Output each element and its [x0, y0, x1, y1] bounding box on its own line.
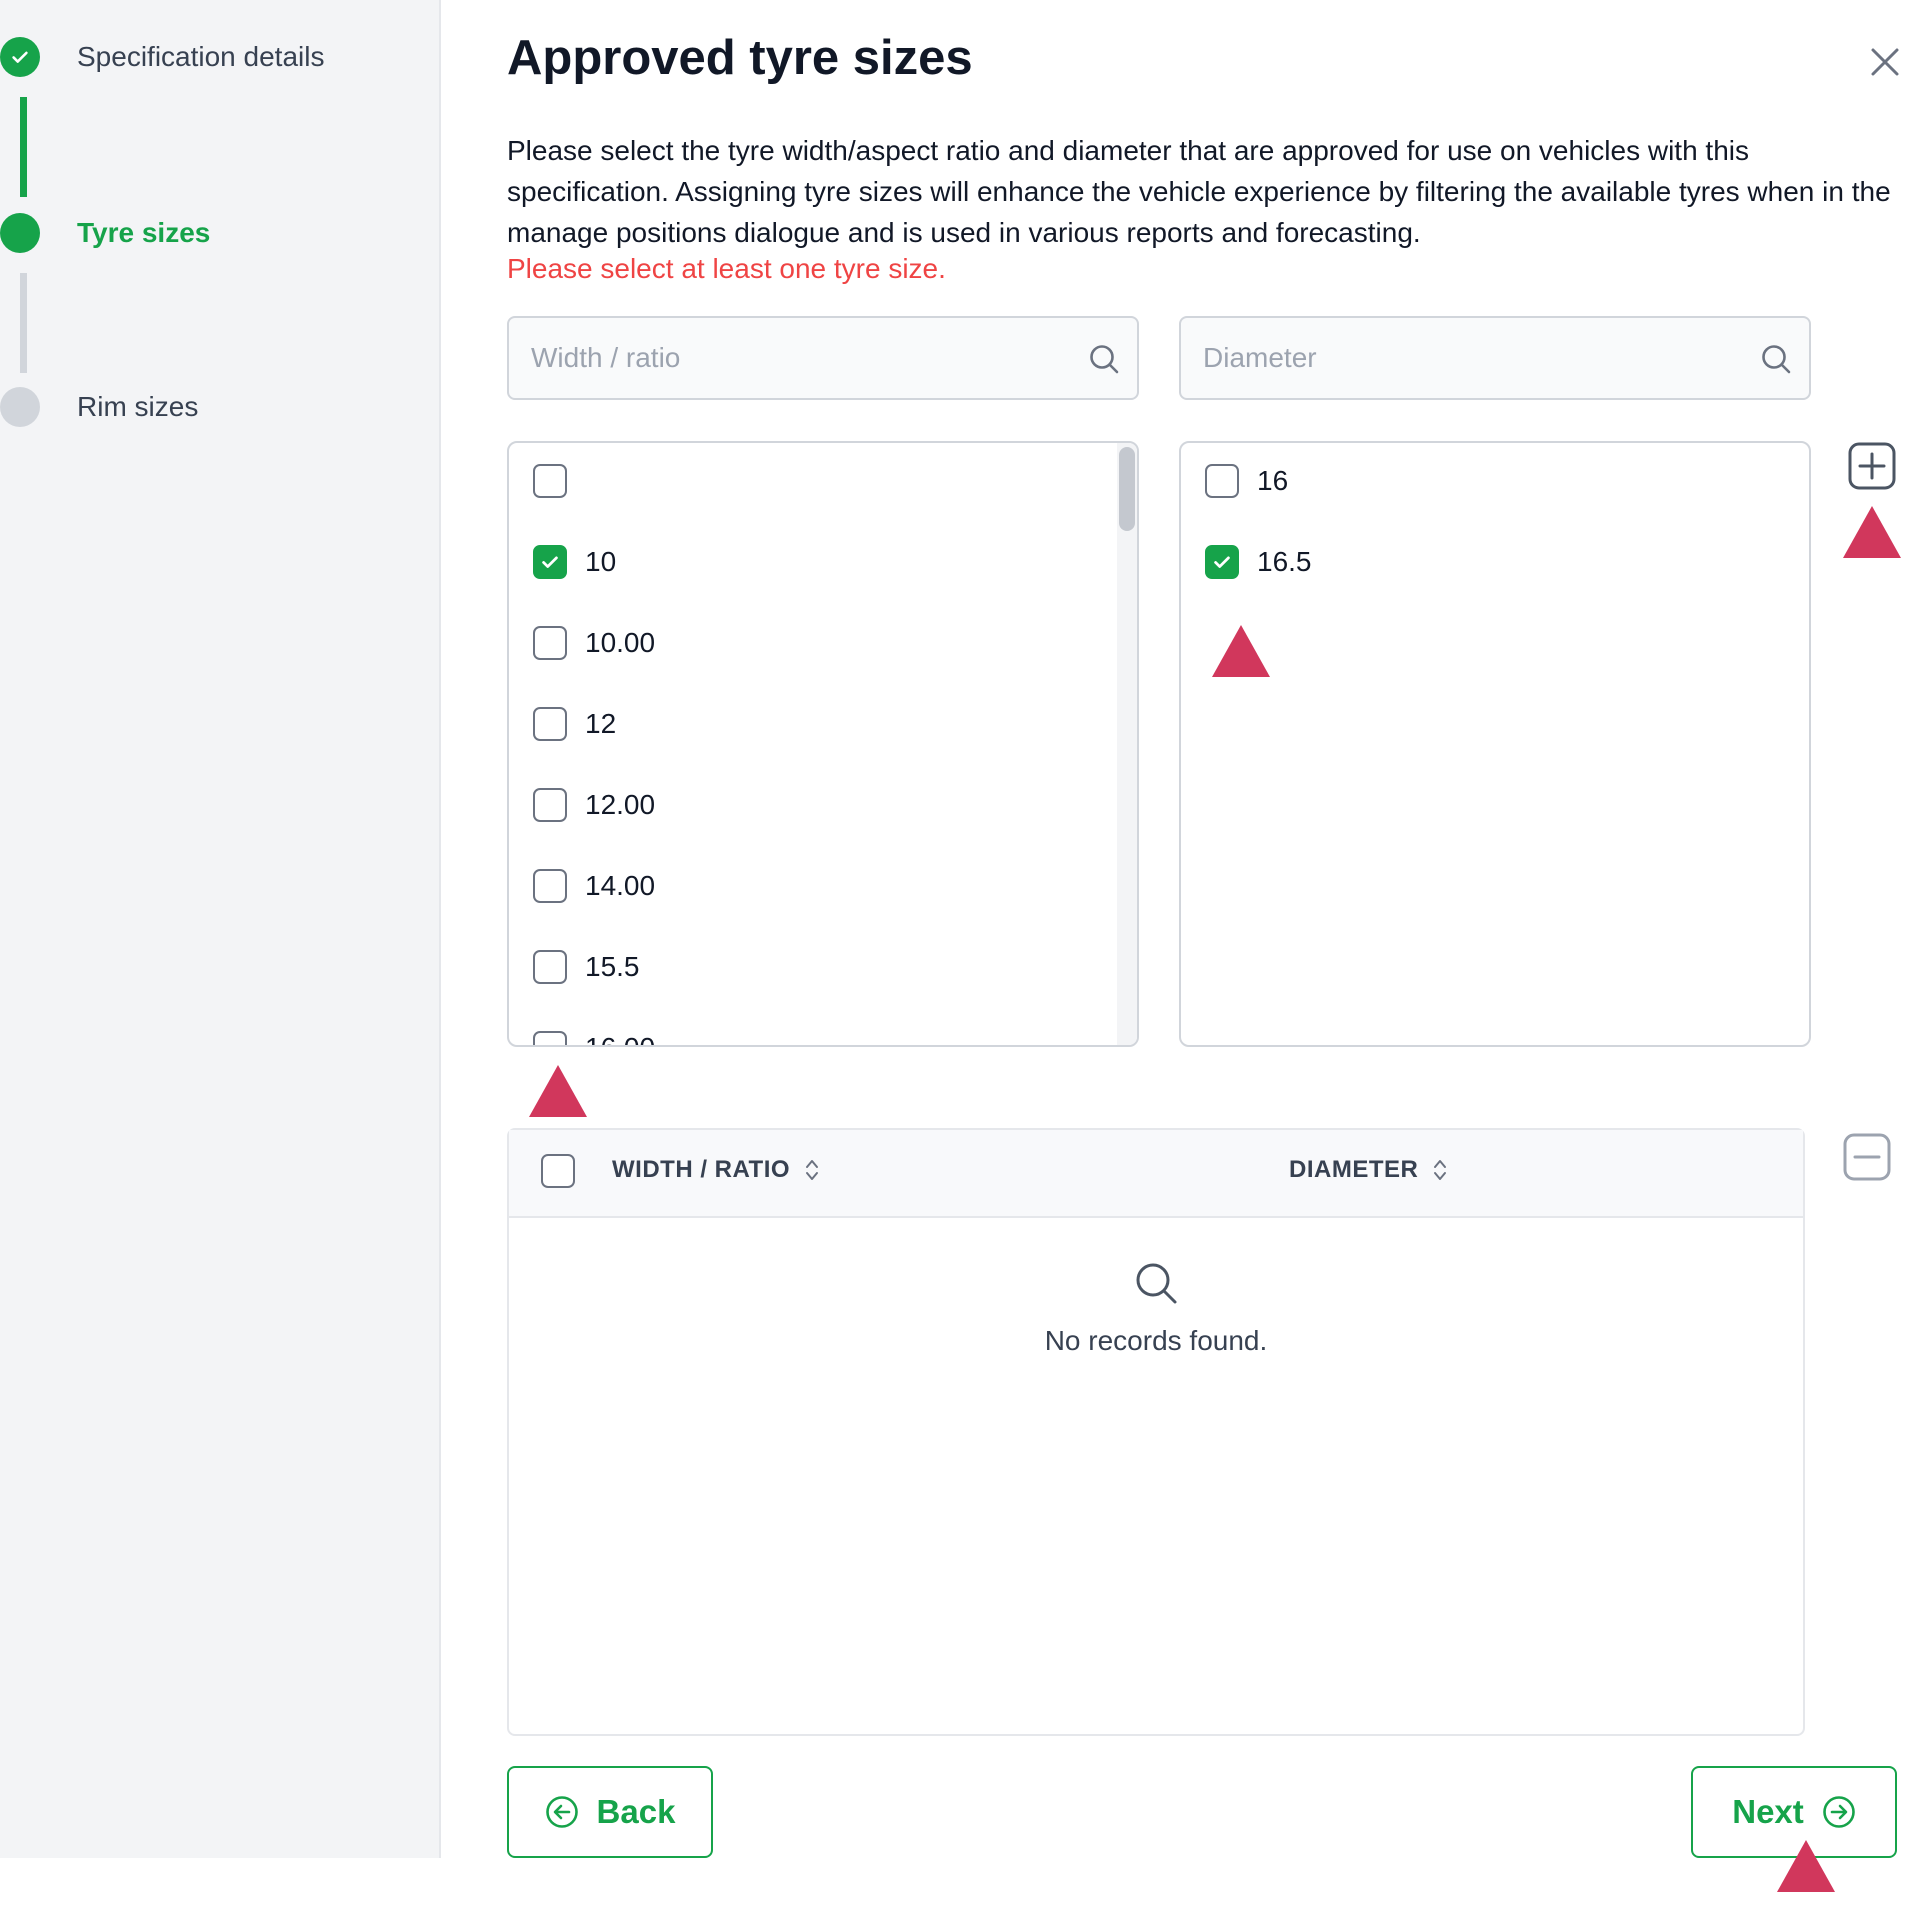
option-checkbox[interactable] — [533, 626, 567, 660]
scrollbar-thumb[interactable] — [1119, 447, 1135, 531]
tyre-sizes-panel: Approved tyre sizes Please select the ty… — [507, 0, 1914, 1910]
select-all-checkbox[interactable] — [541, 1154, 575, 1188]
diameter-search-input[interactable] — [1201, 341, 1745, 375]
remove-tyre-size-button[interactable] — [1842, 1132, 1892, 1182]
width-option[interactable] — [533, 461, 585, 501]
check-icon — [12, 51, 28, 63]
plus-square-icon — [1848, 442, 1896, 490]
width-ratio-list[interactable]: 10 10.00 12 12.00 14.00 15.5 16.00 — [507, 441, 1139, 1047]
option-label: 16 — [1257, 465, 1289, 496]
empty-message: No records found. — [1044, 1325, 1268, 1356]
arrow-left-circle-icon — [545, 1796, 578, 1828]
column-header-label: WIDTH / RATIO — [612, 1156, 791, 1183]
step-connector — [20, 273, 27, 373]
option-label: 10.00 — [585, 627, 656, 658]
width-option[interactable]: 16.00 — [533, 1028, 655, 1045]
step-rim-sizes[interactable]: Rim sizes — [0, 385, 198, 429]
width-option[interactable]: 14.00 — [533, 866, 655, 906]
step-specification-details[interactable]: Specification details — [0, 35, 324, 79]
description-text: Please select the tyre width/aspect rati… — [507, 135, 1891, 248]
list-scrollbar[interactable] — [1117, 443, 1137, 1045]
option-checkbox[interactable] — [533, 1031, 567, 1045]
validation-error: Please select at least one tyre size. — [507, 253, 946, 284]
stepper-sidebar: Specification details Tyre sizes Rim siz… — [0, 0, 441, 1858]
back-button-label: Back — [596, 1793, 676, 1830]
option-checkbox[interactable] — [1205, 545, 1239, 579]
option-checkbox[interactable] — [1205, 464, 1239, 498]
option-label: 10 — [585, 546, 617, 577]
option-label: 12 — [585, 708, 617, 739]
column-header-width-ratio[interactable]: WIDTH / RATIO — [612, 1156, 820, 1184]
diameter-option[interactable]: 16 — [1205, 461, 1288, 501]
step-label: Tyre sizes — [77, 217, 211, 248]
check-icon — [1214, 556, 1230, 568]
back-button[interactable]: Back — [507, 1766, 713, 1858]
width-ratio-search-input[interactable] — [529, 341, 1073, 375]
width-ratio-search — [507, 316, 1139, 400]
empty-state: No records found. — [509, 1260, 1803, 1357]
option-checkbox[interactable] — [533, 869, 567, 903]
width-option[interactable]: 10 — [533, 542, 616, 582]
page-title: Approved tyre sizes — [507, 31, 973, 85]
width-option[interactable]: 12 — [533, 704, 616, 744]
add-tyre-size-button[interactable] — [1847, 441, 1897, 491]
option-label: 14.00 — [585, 870, 656, 901]
column-header-diameter[interactable]: DIAMETER — [1289, 1156, 1448, 1184]
option-label: 16.00 — [585, 1032, 655, 1045]
step-tyre-sizes[interactable]: Tyre sizes — [0, 211, 210, 255]
step-pending-indicator — [0, 387, 40, 427]
arrow-right-circle-icon — [1822, 1796, 1855, 1828]
width-option[interactable]: 15.5 — [533, 947, 640, 987]
diameter-option[interactable]: 16.5 — [1205, 542, 1312, 582]
marker-triangle — [529, 1065, 587, 1117]
table-header: WIDTH / RATIO DIAMETER — [509, 1130, 1803, 1218]
close-button[interactable] — [1863, 40, 1907, 84]
selected-sizes-table: WIDTH / RATIO DIAMETER No records found. — [507, 1128, 1805, 1736]
sort-icon — [1434, 1160, 1447, 1180]
option-label: 16.5 — [1257, 546, 1312, 577]
option-checkbox[interactable] — [533, 545, 567, 579]
step-label: Specification details — [77, 41, 325, 72]
search-icon[interactable] — [1087, 342, 1121, 376]
close-icon — [1871, 48, 1899, 76]
option-checkbox[interactable] — [533, 950, 567, 984]
diameter-list[interactable]: 16 16.5 — [1179, 441, 1811, 1047]
marker-triangle — [1777, 1840, 1835, 1892]
option-checkbox[interactable] — [533, 464, 567, 498]
option-label: 15.5 — [585, 951, 640, 982]
check-icon — [542, 556, 558, 568]
step-current-indicator — [0, 213, 40, 253]
step-complete-indicator — [0, 37, 40, 77]
step-label: Rim sizes — [77, 391, 199, 422]
column-header-label: DIAMETER — [1289, 1156, 1419, 1183]
option-checkbox[interactable] — [533, 707, 567, 741]
step-connector — [20, 97, 27, 197]
sort-icon — [806, 1160, 819, 1180]
search-icon — [1136, 1263, 1177, 1304]
next-button-label: Next — [1732, 1793, 1804, 1830]
option-checkbox[interactable] — [533, 788, 567, 822]
diameter-search — [1179, 316, 1811, 400]
option-label: 12.00 — [585, 789, 656, 820]
marker-triangle — [1843, 506, 1901, 558]
minus-square-icon — [1843, 1133, 1891, 1181]
width-option[interactable]: 10.00 — [533, 623, 655, 663]
width-option[interactable]: 12.00 — [533, 785, 655, 825]
search-icon[interactable] — [1759, 342, 1793, 376]
marker-triangle — [1212, 625, 1270, 677]
